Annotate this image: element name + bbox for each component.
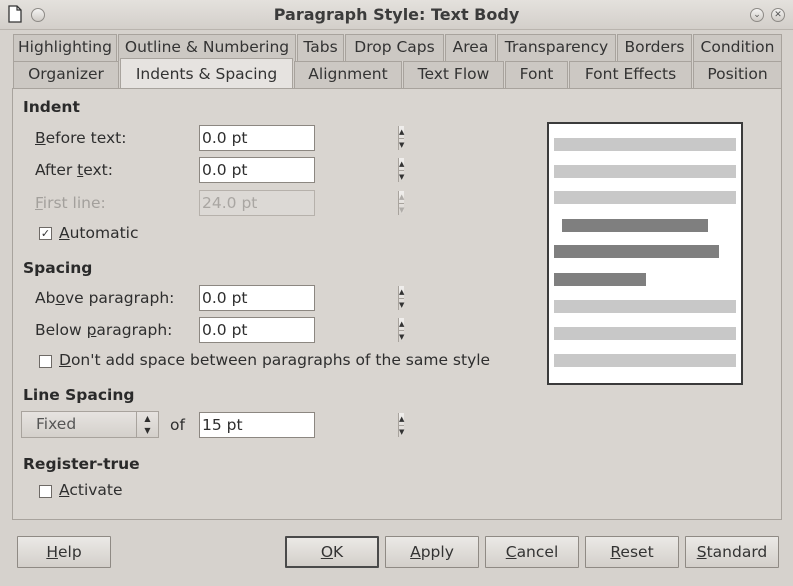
dropdown-arrows-icon: ▲ ▼ bbox=[136, 412, 158, 437]
preview-line bbox=[554, 138, 736, 151]
line-spacing-value-input[interactable] bbox=[200, 413, 398, 437]
spin-down-icon[interactable]: ▼ bbox=[399, 170, 405, 183]
spacing-heading: Spacing bbox=[23, 259, 93, 277]
window-title: Paragraph Style: Text Body bbox=[273, 5, 520, 24]
ok-button[interactable]: OK bbox=[285, 536, 379, 568]
tab-tabs[interactable]: Tabs bbox=[297, 34, 344, 61]
tab-indents-spacing[interactable]: Indents & Spacing bbox=[120, 58, 293, 88]
indent-heading: Indent bbox=[23, 98, 80, 116]
activate-checkbox[interactable] bbox=[39, 485, 52, 498]
spin-up-icon[interactable]: ▲ bbox=[399, 126, 404, 138]
apply-button[interactable]: Apply bbox=[385, 536, 479, 568]
spin-up-icon[interactable]: ▲ bbox=[399, 318, 404, 330]
before-text-input[interactable] bbox=[200, 126, 398, 150]
help-button[interactable]: Help bbox=[17, 536, 111, 568]
before-text-spinbox[interactable]: ▲▼ bbox=[199, 125, 405, 151]
spin-down-icon[interactable]: ▼ bbox=[399, 298, 405, 311]
tab-highlighting[interactable]: Highlighting bbox=[13, 34, 117, 61]
cancel-button[interactable]: Cancel bbox=[485, 536, 579, 568]
after-text-input[interactable] bbox=[200, 158, 398, 182]
tab-borders[interactable]: Borders bbox=[617, 34, 692, 61]
dont-add-space-checkbox[interactable] bbox=[39, 355, 52, 368]
below-paragraph-spinbox[interactable]: ▲▼ bbox=[199, 317, 405, 343]
preview-line bbox=[554, 327, 736, 340]
reset-button[interactable]: Reset bbox=[585, 536, 679, 568]
tab-transparency[interactable]: Transparency bbox=[497, 34, 616, 61]
tab-alignment[interactable]: Alignment bbox=[294, 61, 402, 88]
preview-line bbox=[554, 354, 736, 367]
after-text-label: After text: bbox=[35, 161, 113, 179]
preview-line-current bbox=[554, 245, 719, 258]
tab-font-effects[interactable]: Font Effects bbox=[569, 61, 692, 88]
tab-position[interactable]: Position bbox=[693, 61, 782, 88]
tab-area[interactable]: Area bbox=[445, 34, 496, 61]
tab-organizer[interactable]: Organizer bbox=[13, 61, 119, 88]
tab-font[interactable]: Font bbox=[505, 61, 568, 88]
line-spacing-heading: Line Spacing bbox=[23, 386, 135, 404]
above-paragraph-input[interactable] bbox=[200, 286, 398, 310]
spin-down-icon[interactable]: ▼ bbox=[399, 330, 405, 343]
line-spacing-selected: Fixed bbox=[36, 415, 77, 433]
spin-down-icon: ▼ bbox=[399, 203, 405, 216]
preview-line bbox=[554, 165, 736, 178]
register-true-heading: Register-true bbox=[23, 455, 140, 473]
before-text-label: Before text: bbox=[35, 129, 127, 147]
first-line-label: First line: bbox=[35, 194, 106, 212]
above-paragraph-spinbox[interactable]: ▲▼ bbox=[199, 285, 405, 311]
tab-outline-numbering[interactable]: Outline & Numbering bbox=[118, 34, 296, 61]
of-label: of bbox=[170, 416, 185, 434]
preview-line-current bbox=[554, 273, 646, 286]
spin-up-icon[interactable]: ▲ bbox=[399, 413, 404, 425]
spin-up-icon[interactable]: ▲ bbox=[399, 158, 404, 170]
first-line-spinbox: ▲▼ bbox=[199, 190, 405, 216]
automatic-checkbox[interactable]: ✓ bbox=[39, 227, 52, 240]
spin-up-icon: ▲ bbox=[399, 193, 405, 201]
tab-text-flow[interactable]: Text Flow bbox=[403, 61, 504, 88]
title-bar: Paragraph Style: Text Body ⌄ ✕ bbox=[0, 0, 793, 30]
spin-down-icon[interactable]: ▼ bbox=[399, 138, 405, 151]
dont-add-space-label: Don't add space between paragraphs of th… bbox=[59, 351, 491, 369]
standard-button[interactable]: Standard bbox=[685, 536, 779, 568]
preview-line bbox=[554, 191, 736, 204]
automatic-label: Automatic bbox=[59, 224, 139, 242]
minimize-icon[interactable]: ⌄ bbox=[750, 8, 764, 22]
above-paragraph-label: Above paragraph: bbox=[35, 289, 175, 307]
after-text-spinbox[interactable]: ▲▼ bbox=[199, 157, 405, 183]
below-paragraph-input[interactable] bbox=[200, 318, 398, 342]
below-paragraph-label: Below paragraph: bbox=[35, 321, 173, 339]
tab-drop-caps[interactable]: Drop Caps bbox=[345, 34, 444, 61]
line-spacing-select[interactable]: Fixed ▲ ▼ bbox=[21, 411, 159, 438]
close-icon[interactable]: ✕ bbox=[771, 8, 785, 22]
spin-up-icon[interactable]: ▲ bbox=[399, 286, 404, 298]
preview-line bbox=[554, 300, 736, 313]
paragraph-preview bbox=[547, 122, 743, 385]
tab-condition[interactable]: Condition bbox=[693, 34, 782, 61]
first-line-input bbox=[200, 191, 398, 215]
activate-label: Activate bbox=[59, 481, 123, 499]
preview-line-current bbox=[562, 219, 708, 232]
spin-down-icon[interactable]: ▼ bbox=[399, 425, 405, 438]
line-spacing-value-spinbox[interactable]: ▲▼ bbox=[199, 412, 405, 438]
